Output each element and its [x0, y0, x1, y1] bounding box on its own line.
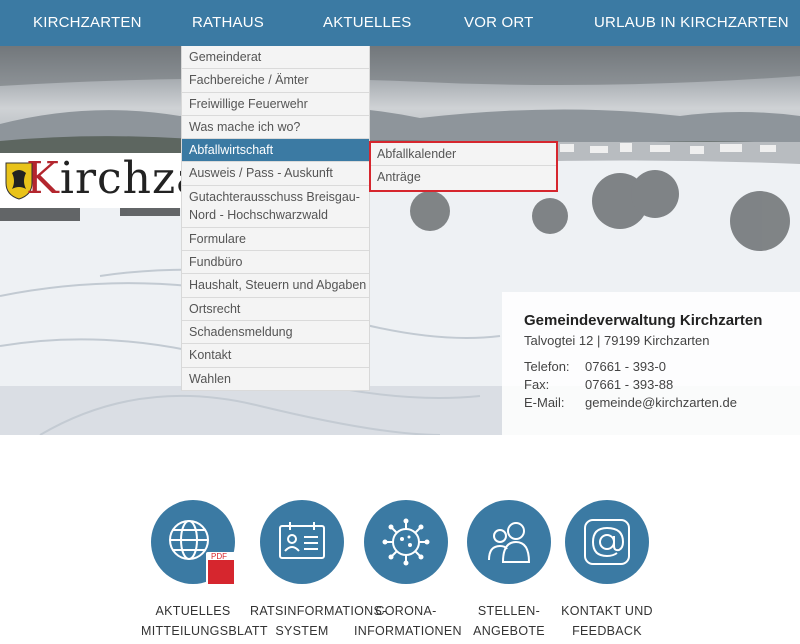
submenu-item-abfallkalender[interactable]: Abfallkalender — [371, 143, 556, 167]
nav-vor-ort[interactable]: VOR ORT — [464, 0, 533, 46]
email-label: E-Mail: — [524, 395, 565, 410]
tile-stellenangebote[interactable]: STELLEN- ANGEBOTE — [457, 500, 561, 641]
nav-aktuelles[interactable]: AKTUELLES — [323, 0, 412, 46]
virus-icon — [364, 500, 448, 584]
at-sign-icon — [565, 500, 649, 584]
hero-banner: Kirchza Gemeindeverwaltung Kirchzarten T… — [0, 46, 800, 435]
menu-item-formulare[interactable]: Formulare — [182, 228, 369, 252]
menu-item-ausweis-pass[interactable]: Ausweis / Pass - Auskunft — [182, 162, 369, 186]
nav-rathaus[interactable]: RATHAUS — [192, 0, 264, 46]
top-navigation: KIRCHZARTEN RATHAUS AKTUELLES VOR ORT UR… — [0, 0, 800, 46]
fax-value: 07661 - 393-88 — [585, 377, 674, 392]
tile-kontakt-feedback[interactable]: KONTAKT UND FEEDBACK — [555, 500, 659, 641]
menu-item-wahlen[interactable]: Wahlen — [182, 368, 369, 391]
nav-kirchzarten[interactable]: KIRCHZARTEN — [33, 0, 142, 46]
tile-corona-informationen[interactable]: CORONA- INFORMATIONEN — [354, 500, 462, 641]
fax-label: Fax: — [524, 377, 550, 392]
svg-text:PDF: PDF — [211, 552, 227, 561]
menu-item-was-mache-ich-wo[interactable]: Was mache ich wo? — [182, 116, 369, 140]
menu-item-abfallwirtschaft[interactable]: Abfallwirtschaft — [182, 139, 369, 163]
rathaus-dropdown-menu: Gemeinderat Fachbereiche / Ämter Freiwil… — [181, 46, 370, 391]
contact-phone-row: Telefon: 07661 - 393-0 — [524, 359, 800, 374]
menu-item-fundbuero[interactable]: Fundbüro — [182, 251, 369, 275]
contact-email-row: E-Mail: gemeinde@kirchzarten.de — [524, 395, 800, 410]
phone-label: Telefon: — [524, 359, 570, 374]
phone-value[interactable]: 07661 - 393-0 — [585, 359, 666, 374]
tile-mitteilungsblatt[interactable]: PDF AKTUELLES MITTEILUNGSBLATT — [141, 500, 268, 641]
menu-item-feuerwehr[interactable]: Freiwillige Feuerwehr — [182, 93, 369, 116]
menu-item-haushalt[interactable]: Haushalt, Steuern und Abgaben — [182, 274, 369, 298]
menu-item-ortsrecht[interactable]: Ortsrecht — [182, 298, 369, 321]
id-card-icon — [260, 500, 344, 584]
menu-item-kontakt[interactable]: Kontakt — [182, 344, 369, 368]
tile-label: AKTUELLES MITTEILUNGSBLATT — [141, 604, 268, 638]
people-icon — [467, 500, 551, 584]
menu-item-schadensmeldung[interactable]: Schadensmeldung — [182, 321, 369, 345]
tile-label: CORONA- INFORMATIONEN — [354, 604, 462, 638]
menu-item-gutachterausschuss[interactable]: Gutachterausschuss Breisgau-Nord - Hochs… — [182, 186, 369, 228]
contact-address: Talvogtei 12 | 79199 Kirchzarten — [524, 333, 710, 348]
contact-title: Gemeindeverwaltung Kirchzarten — [524, 312, 763, 329]
menu-item-fachbereiche[interactable]: Fachbereiche / Ämter — [182, 69, 369, 93]
globe-pdf-icon: PDF — [151, 500, 235, 584]
nav-urlaub-in-kirchzarten[interactable]: URLAUB IN KIRCHZARTEN — [594, 0, 789, 46]
abfallwirtschaft-submenu: Abfallkalender Anträge — [369, 141, 558, 192]
email-link[interactable]: gemeinde@kirchzarten.de — [585, 395, 737, 410]
logo-wordmark: Kirchza — [26, 153, 186, 204]
submenu-item-antraege[interactable]: Anträge — [371, 166, 556, 189]
tile-label: KONTAKT UND FEEDBACK — [561, 604, 653, 638]
contact-box: Gemeindeverwaltung Kirchzarten Talvogtei… — [502, 292, 800, 435]
tile-ratsinformationssystem[interactable]: RATSINFORMATIONS- SYSTEM — [250, 500, 387, 641]
menu-item-gemeinderat[interactable]: Gemeinderat — [182, 46, 369, 70]
kirchzarten-logo[interactable]: Kirchza — [0, 153, 186, 208]
tile-label: STELLEN- ANGEBOTE — [473, 604, 545, 638]
contact-fax-row: Fax: 07661 - 393-88 — [524, 377, 800, 392]
tile-label: RATSINFORMATIONS- SYSTEM — [250, 604, 387, 638]
